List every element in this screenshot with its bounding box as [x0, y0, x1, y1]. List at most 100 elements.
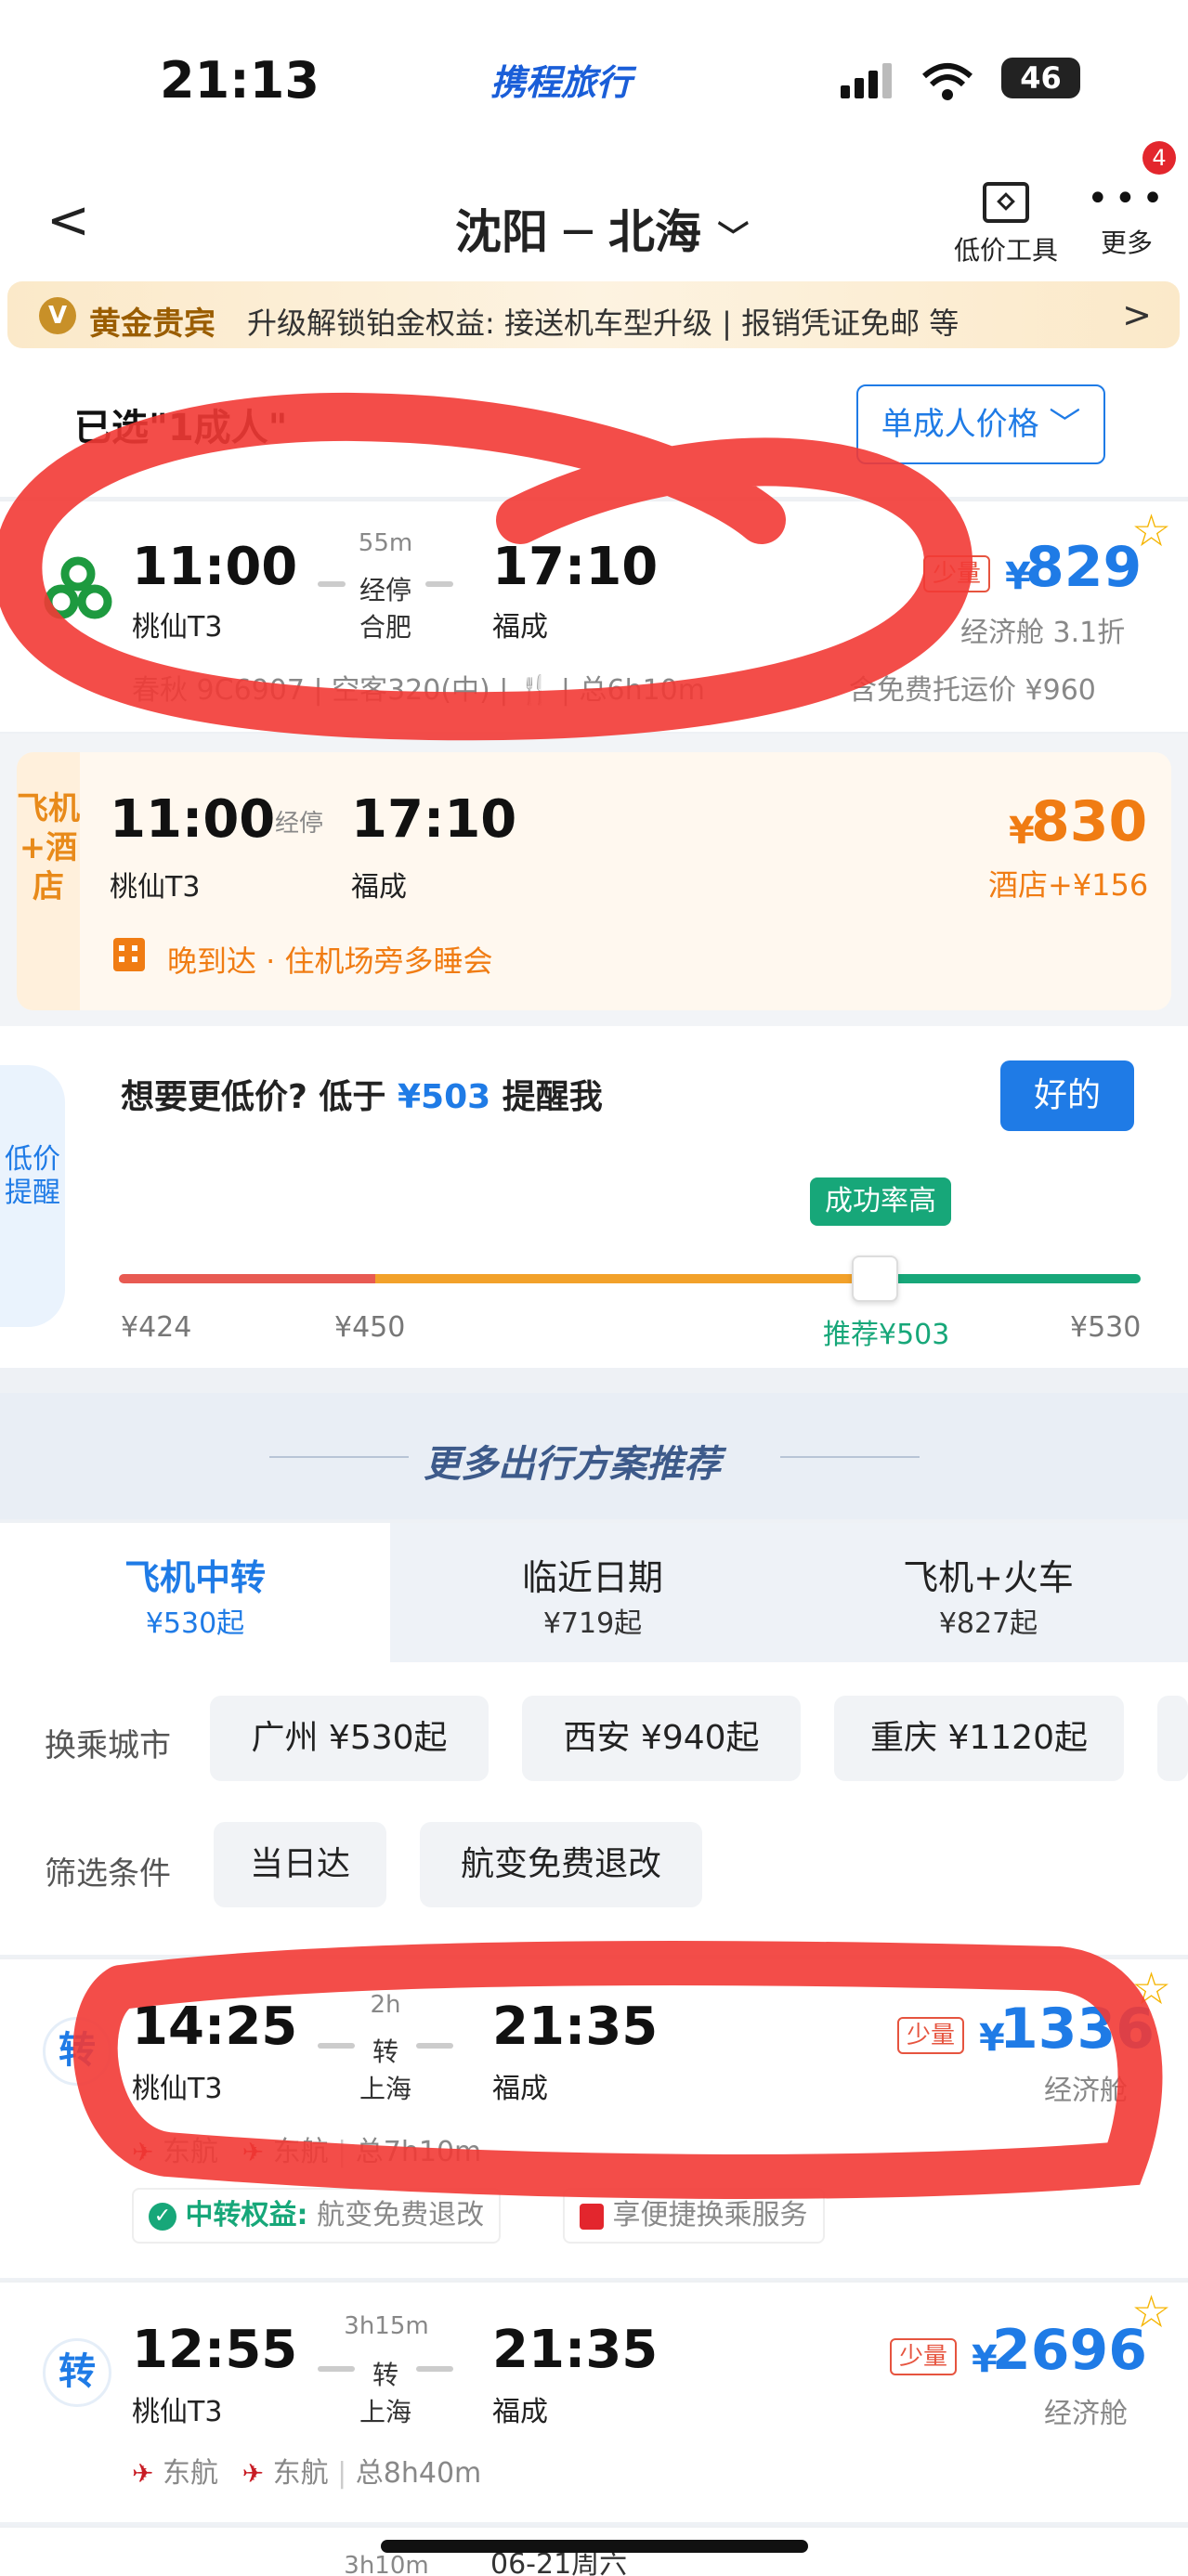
flight-duration: 55m	[358, 529, 413, 557]
alert-side-label: 低价提醒	[0, 1065, 65, 1327]
transfer-service[interactable]: 享便捷换乘服务	[563, 2188, 825, 2244]
filter-label: 筛选条件	[45, 1855, 171, 1893]
arrival-airport: 福成	[492, 611, 548, 644]
departure-airport: 桃仙T3	[132, 2396, 223, 2428]
transfer-perk[interactable]: ✓ 中转权益: 航变免费退改	[132, 2188, 502, 2244]
star-icon[interactable]: ☆	[1131, 505, 1171, 557]
star-icon[interactable]: ☆	[1131, 1963, 1171, 2015]
tick-530: ¥530	[1070, 1311, 1142, 1344]
transfer-icon: 转	[43, 2338, 111, 2407]
airline-name: 东航	[272, 2457, 329, 2490]
stop-city: 合肥	[359, 612, 411, 643]
flight-duration: 2h	[370, 1991, 401, 2019]
tab-flight-train[interactable]: 飞机+火车 ¥827起	[849, 1549, 1128, 1641]
route-text: 沈阳 ─ 北海	[455, 205, 701, 259]
vip-icon: V	[39, 297, 76, 334]
tab-label: 飞机中转	[124, 1557, 266, 1598]
departure-time: 12:55	[132, 2320, 298, 2380]
stop-label: 经停	[359, 575, 411, 605]
building-icon	[113, 938, 145, 971]
china-eastern-icon: ✈	[242, 2137, 265, 2167]
check-icon: ✓	[149, 2202, 176, 2231]
low-stock-tag: 少量	[897, 2017, 965, 2054]
vip-title: 黄金贵宾	[89, 306, 215, 343]
arrival-time: 17:10	[492, 537, 659, 597]
more-options-title: 更多出行方案推荐	[424, 1443, 721, 1486]
transfer-city-chip-partial[interactable]	[1157, 1696, 1188, 1781]
fh-price: 830	[1031, 789, 1148, 854]
low-price-tool-label: 低价工具	[953, 235, 1058, 266]
price-slider-track[interactable]	[119, 1274, 1141, 1283]
cabin-discount: 经济舱 3.1折	[960, 617, 1126, 649]
perk-text: 航变免费退改	[317, 2199, 485, 2231]
service-icon	[580, 2203, 604, 2230]
transfer-city-chip[interactable]: 广州 ¥530起	[210, 1696, 489, 1781]
price-type-dropdown[interactable]: 单成人价格 ﹀	[856, 384, 1105, 464]
transfer-city-chip[interactable]: 重庆 ¥1120起	[834, 1696, 1124, 1781]
back-button[interactable]: <	[46, 190, 102, 255]
fh-hotel-extra: 酒店+¥156	[988, 867, 1149, 903]
ok-button[interactable]: 好的	[1000, 1060, 1134, 1131]
signal-wifi-icon	[841, 58, 989, 108]
airline-name: 东航	[163, 2136, 219, 2168]
price-slider-handle[interactable]	[852, 1255, 898, 1302]
transfer-city-chip[interactable]: 西安 ¥940起	[522, 1696, 801, 1781]
tick-450: ¥450	[334, 1311, 406, 1344]
fh-departure-time: 11:00	[110, 789, 276, 850]
filter-chip-free-change[interactable]: 航变免费退改	[420, 1822, 702, 1907]
tab-label: 飞机+火车	[903, 1557, 1074, 1598]
star-icon[interactable]: ☆	[1131, 2286, 1171, 2338]
home-indicator[interactable]	[381, 2540, 808, 2553]
more-label: 更多	[1100, 228, 1153, 258]
selected-passenger: 已选"1成人"	[74, 407, 288, 449]
cabin-class: 经济舱	[1044, 2075, 1128, 2107]
filter-chip-same-day[interactable]: 当日达	[214, 1822, 386, 1907]
total-duration: 总7h10m	[355, 2136, 482, 2168]
route-title[interactable]: 沈阳 ─ 北海 ﹀	[455, 195, 749, 262]
transfer-label: 转	[372, 2360, 398, 2390]
service-text: 享便捷换乘服务	[612, 2199, 808, 2231]
departure-airport: 桃仙T3	[132, 2073, 223, 2105]
flight-hotel-side-label: 飞机+酒店	[17, 752, 80, 1010]
china-eastern-icon: ✈	[132, 2137, 154, 2167]
baggage-price: 含免费托运价 ¥960	[849, 674, 1096, 707]
tick-424: ¥424	[121, 1311, 192, 1344]
airline-info: ✈ 东航 ✈ 东航 | 总7h10m	[132, 2136, 482, 2168]
transfer-icon: 转	[43, 2017, 111, 2086]
more-options-header: 更多出行方案推荐	[0, 1393, 1188, 1519]
route-line	[318, 2043, 355, 2049]
spring-airlines-logo	[43, 553, 113, 628]
route-line	[416, 2043, 453, 2049]
low-stock-tag: 少量	[923, 555, 991, 592]
low-stock-tag: 少量	[890, 2338, 958, 2375]
battery-indicator: 46	[1001, 58, 1080, 98]
route-line	[425, 581, 453, 587]
fh-departure-airport: 桃仙T3	[110, 871, 201, 904]
flight-detail: 春秋 9C6907 | 空客320(中) | 🍴 | 总6h10m	[132, 674, 705, 707]
transfer-label: 转	[372, 2036, 398, 2067]
departure-time: 14:25	[132, 1997, 298, 2057]
tab-label: 临近日期	[521, 1557, 663, 1598]
arrival-time: 21:35	[492, 2320, 659, 2380]
transfer-city: 上海	[359, 2074, 411, 2104]
total-duration: 总8h40m	[355, 2457, 482, 2490]
tab-nearby-dates[interactable]: 临近日期 ¥719起	[453, 1549, 732, 1641]
vip-banner[interactable]: V 黄金贵宾 升级解锁铂金权益: 接送机车型升级 | 报销凭证免邮 等 >	[7, 281, 1180, 348]
fh-arrival-airport: 福成	[351, 871, 407, 904]
departure-time: 11:00	[132, 537, 298, 597]
notification-badge: 4	[1142, 141, 1176, 175]
arrival-airport: 福成	[492, 2073, 548, 2105]
vip-text: 升级解锁铂金权益: 接送机车型升级 | 报销凭证免邮 等	[247, 306, 960, 341]
transfer-city: 上海	[359, 2397, 411, 2427]
tab-price: ¥719起	[542, 1607, 643, 1640]
tab-flight-transfer[interactable]: 飞机中转 ¥530起	[56, 1549, 334, 1641]
more-button[interactable]: ••• 更多	[1087, 177, 1169, 275]
low-price-tool-button[interactable]: 低价工具	[946, 182, 1066, 275]
chevron-right-icon: >	[1122, 294, 1152, 335]
fh-stop-label: 经停	[274, 810, 323, 838]
tab-price: ¥827起	[938, 1607, 1038, 1640]
alert-text: 想要更低价? 低于 ¥503 提醒我	[121, 1070, 603, 1118]
more-dots-icon: •••	[1087, 177, 1169, 220]
route-line	[318, 2366, 355, 2372]
arrival-time: 21:35	[492, 1997, 659, 2057]
